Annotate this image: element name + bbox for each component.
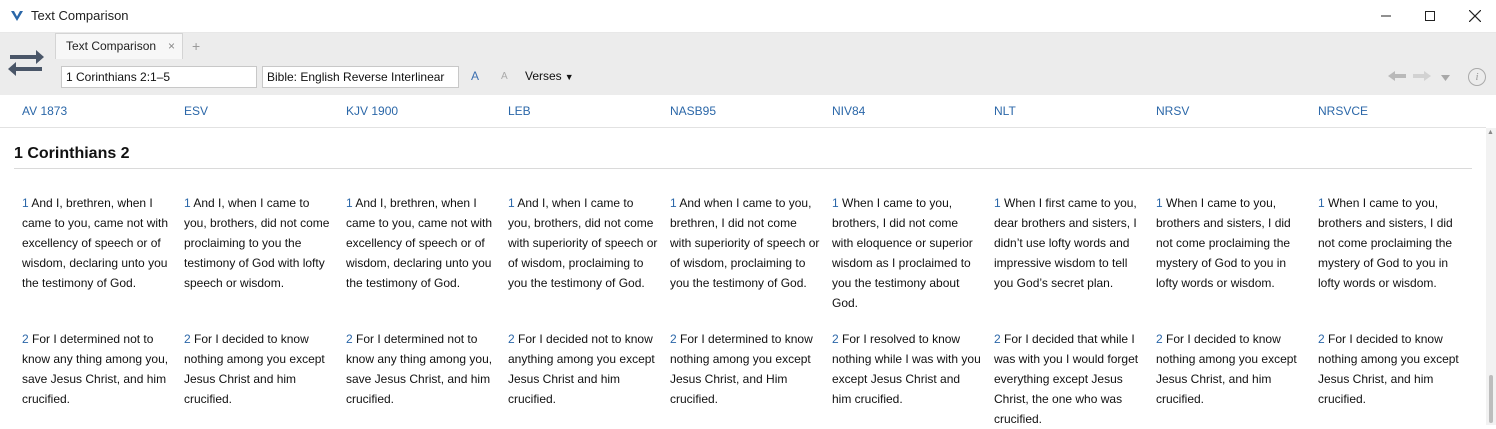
column-header-nlt[interactable]: NLT: [994, 104, 1016, 118]
verse-number[interactable]: 1: [1318, 196, 1325, 210]
swap-arrows-icon: [8, 50, 44, 76]
verse-cell: 2 For I resolved to know nothing while I…: [832, 329, 982, 409]
verse-cell: 1 And I, when I came to you, brothers, d…: [184, 193, 334, 293]
add-tab-button[interactable]: +: [192, 38, 200, 54]
verse-number[interactable]: 1: [670, 196, 677, 210]
scroll-up-arrow-icon[interactable]: ▲: [1487, 129, 1494, 136]
column-header-leb[interactable]: LEB: [508, 104, 531, 118]
verse-text: When I came to you, brothers, I did not …: [832, 196, 973, 310]
column-header-kjv1900[interactable]: KJV 1900: [346, 104, 398, 118]
tab-text-comparison[interactable]: Text Comparison ×: [55, 33, 183, 59]
title-bar: Text Comparison: [0, 0, 1496, 33]
verse-text: When I came to you, brothers and sisters…: [1156, 196, 1291, 290]
verse-text: And I, when I came to you, brothers, did…: [508, 196, 658, 290]
verse-number[interactable]: 2: [346, 332, 353, 346]
info-button[interactable]: i: [1468, 68, 1486, 86]
verse-text: For I decided to know nothing among you …: [1318, 332, 1459, 406]
verse-number[interactable]: 1: [346, 196, 353, 210]
verse-text: And I, when I came to you, brothers, did…: [184, 196, 330, 290]
verse-number[interactable]: 1: [1156, 196, 1163, 210]
maximize-icon: [1425, 11, 1435, 21]
verse-text: For I determined not to know any thing a…: [22, 332, 169, 406]
verse-text: For I decided to know nothing among you …: [1156, 332, 1297, 406]
panel-toolbar: Text Comparison × + A A Verses▼ i: [0, 33, 1496, 95]
verse-text: For I decided to know nothing among you …: [184, 332, 325, 406]
header-divider: [0, 127, 1486, 128]
verse-text: For I determined to know nothing among y…: [670, 332, 813, 406]
verse-cell: 2 For I determined not to know any thing…: [22, 329, 172, 409]
verse-number[interactable]: 1: [832, 196, 839, 210]
verse-cell: 2 For I decided not to know anything amo…: [508, 329, 658, 409]
forward-arrow-icon[interactable]: [1413, 71, 1431, 81]
verse-number[interactable]: 1: [184, 196, 191, 210]
verse-cell: 1 When I came to you, brothers, I did no…: [832, 193, 982, 313]
column-header-av1873[interactable]: AV 1873: [22, 104, 67, 118]
verses-label: Verses: [525, 69, 562, 83]
verse-cell: 2 For I decided that while I was with yo…: [994, 329, 1144, 429]
verse-text: For I decided not to know anything among…: [508, 332, 655, 406]
close-window-button[interactable]: [1455, 0, 1495, 32]
verse-cell: 1 And I, when I came to you, brothers, d…: [508, 193, 658, 293]
verse-number[interactable]: 1: [508, 196, 515, 210]
column-header-esv[interactable]: ESV: [184, 104, 208, 118]
verse-cell: 1 When I first came to you, dear brother…: [994, 193, 1144, 293]
verse-number[interactable]: 2: [22, 332, 29, 346]
verse-number[interactable]: 2: [994, 332, 1001, 346]
verse-cell: 1 And when I came to you, brethren, I di…: [670, 193, 820, 293]
column-header-nasb95[interactable]: NASB95: [670, 104, 716, 118]
verse-number[interactable]: 2: [184, 332, 191, 346]
verse-text: For I determined not to know any thing a…: [346, 332, 493, 406]
verse-number[interactable]: 1: [22, 196, 29, 210]
link-set-button[interactable]: [6, 43, 50, 87]
tab-label: Text Comparison: [66, 39, 157, 53]
verse-cell: 2 For I decided to know nothing among yo…: [184, 329, 334, 409]
verse-number[interactable]: 2: [832, 332, 839, 346]
column-header-niv84[interactable]: NIV84: [832, 104, 865, 118]
verse-text: For I resolved to know nothing while I w…: [832, 332, 981, 406]
verse-cell: 1 When I came to you, brothers and siste…: [1318, 193, 1468, 293]
verse-number[interactable]: 1: [994, 196, 1001, 210]
column-header-nrsvce[interactable]: NRSVCE: [1318, 104, 1368, 118]
verse-text: When I came to you, brothers and sisters…: [1318, 196, 1453, 290]
chapter-heading: 1 Corinthians 2: [14, 145, 130, 162]
tab-close-icon[interactable]: ×: [168, 39, 175, 53]
reference-input[interactable]: [61, 66, 257, 88]
minimize-icon: [1381, 15, 1391, 17]
verse-cell: 1 And I, brethren, when I came to you, c…: [22, 193, 172, 293]
chevron-down-icon: ▼: [564, 72, 574, 82]
verse-cell: 2 For I decided to know nothing among yo…: [1318, 329, 1468, 409]
font-larger-button[interactable]: A: [471, 69, 479, 83]
verse-number[interactable]: 2: [508, 332, 515, 346]
verse-text: And when I came to you, brethren, I did …: [670, 196, 820, 290]
verse-text: And I, brethren, when I came to you, cam…: [346, 196, 493, 290]
verse-text: When I first came to you, dear brothers …: [994, 196, 1137, 290]
verse-cell: 1 When I came to you, brothers and siste…: [1156, 193, 1306, 293]
chapter-divider: [14, 168, 1472, 169]
verse-text: For I decided that while I was with you …: [994, 332, 1139, 426]
maximize-button[interactable]: [1410, 0, 1450, 32]
bible-selector-input[interactable]: [262, 66, 459, 88]
verse-number[interactable]: 2: [1156, 332, 1163, 346]
verse-number[interactable]: 2: [670, 332, 677, 346]
verse-cell: 2 For I determined to know nothing among…: [670, 329, 820, 409]
close-icon: [1469, 10, 1481, 22]
scrollbar-thumb[interactable]: [1489, 375, 1493, 423]
window-title: Text Comparison: [31, 8, 129, 23]
verse-cell: 2 For I decided to know nothing among yo…: [1156, 329, 1306, 409]
back-arrow-icon[interactable]: [1388, 71, 1406, 81]
column-header-nrsv[interactable]: NRSV: [1156, 104, 1189, 118]
comparison-panel: AV 1873 ESV KJV 1900 LEB NASB95 NIV84 NL…: [0, 95, 1496, 426]
logos-app-icon: [11, 11, 23, 21]
font-smaller-button[interactable]: A: [501, 71, 508, 82]
verse-text: And I, brethren, when I came to you, cam…: [22, 196, 169, 290]
verses-dropdown[interactable]: Verses ▼: [525, 69, 574, 83]
verse-cell: 2 For I determined not to know any thing…: [346, 329, 496, 409]
history-menu-icon[interactable]: [1441, 75, 1450, 81]
verse-cell: 1 And I, brethren, when I came to you, c…: [346, 193, 496, 293]
minimize-button[interactable]: [1366, 0, 1406, 32]
verse-number[interactable]: 2: [1318, 332, 1325, 346]
